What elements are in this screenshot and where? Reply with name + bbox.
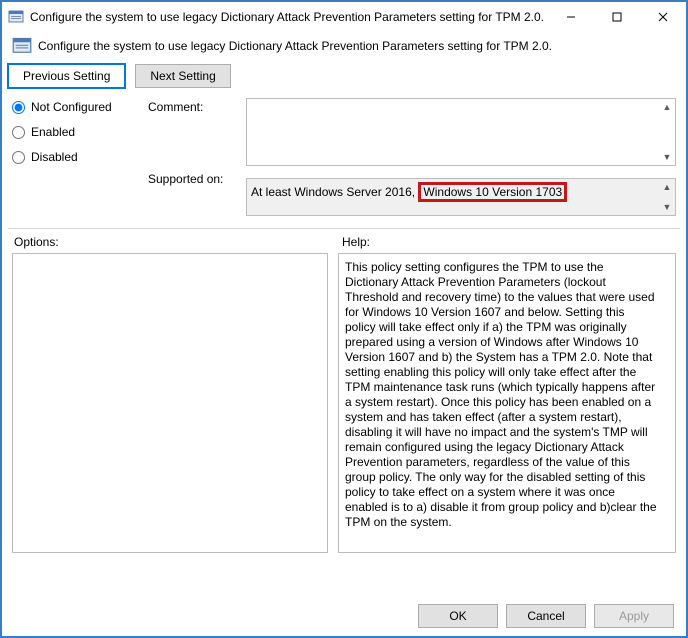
- policy-description: Configure the system to use legacy Dicti…: [38, 39, 552, 53]
- separator: [8, 228, 680, 229]
- comment-label: Comment:: [148, 100, 230, 114]
- policy-icon: [12, 36, 32, 56]
- radio-enabled[interactable]: Enabled: [12, 125, 132, 139]
- ok-button[interactable]: OK: [418, 604, 498, 628]
- supported-on-highlight: Windows 10 Version 1703: [418, 182, 567, 202]
- scroll-up-icon[interactable]: ▲: [661, 181, 673, 193]
- window-title: Configure the system to use legacy Dicti…: [30, 10, 548, 24]
- cancel-button[interactable]: Cancel: [506, 604, 586, 628]
- help-label: Help:: [342, 235, 674, 249]
- maximize-button[interactable]: [594, 2, 640, 32]
- radio-enabled-label: Enabled: [31, 125, 75, 139]
- scroll-down-icon[interactable]: ▼: [661, 201, 673, 213]
- dialog-footer: OK Cancel Apply: [418, 604, 674, 628]
- options-box: [12, 253, 328, 553]
- apply-button[interactable]: Apply: [594, 604, 674, 628]
- policy-description-row: Configure the system to use legacy Dicti…: [2, 32, 686, 64]
- app-icon: [8, 9, 24, 25]
- nav-row: Previous Setting Next Setting: [2, 64, 686, 98]
- next-setting-button[interactable]: Next Setting: [135, 64, 230, 88]
- radio-disabled-label: Disabled: [31, 150, 78, 164]
- title-bar: Configure the system to use legacy Dicti…: [2, 2, 686, 32]
- supported-on-prefix: At least Windows Server 2016,: [251, 185, 415, 199]
- minimize-button[interactable]: [548, 2, 594, 32]
- radio-not-configured-input[interactable]: [12, 101, 25, 114]
- supported-on-box: At least Windows Server 2016, Windows 10…: [246, 178, 676, 216]
- help-text: This policy setting configures the TPM t…: [345, 260, 657, 529]
- radio-enabled-input[interactable]: [12, 126, 25, 139]
- help-box[interactable]: This policy setting configures the TPM t…: [338, 253, 676, 553]
- supported-on-label: Supported on:: [148, 172, 230, 186]
- comment-textarea[interactable]: ▲ ▼: [246, 98, 676, 166]
- previous-setting-button[interactable]: Previous Setting: [8, 64, 125, 88]
- radio-disabled[interactable]: Disabled: [12, 150, 132, 164]
- radio-disabled-input[interactable]: [12, 151, 25, 164]
- close-button[interactable]: [640, 2, 686, 32]
- options-label: Options:: [14, 235, 342, 249]
- state-radio-group: Not Configured Enabled Disabled: [12, 98, 132, 216]
- radio-not-configured[interactable]: Not Configured: [12, 100, 132, 114]
- radio-not-configured-label: Not Configured: [31, 100, 112, 114]
- scroll-down-icon[interactable]: ▼: [661, 151, 673, 163]
- scroll-up-icon[interactable]: ▲: [661, 101, 673, 113]
